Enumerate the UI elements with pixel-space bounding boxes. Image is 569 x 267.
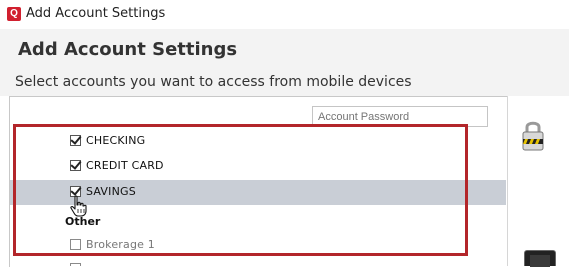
hand-cursor-icon bbox=[70, 195, 87, 217]
header: Add Account Settings Select accounts you… bbox=[0, 29, 569, 96]
title-bar: Q Add Account Settings bbox=[0, 0, 569, 29]
checking-checkbox[interactable] bbox=[70, 133, 82, 146]
window-title: Add Account Settings bbox=[26, 6, 166, 21]
mobile-device-icon bbox=[524, 250, 556, 267]
account-row-brokerage-1[interactable]: Brokerage 1 bbox=[10, 233, 506, 258]
app-logo-icon: Q bbox=[7, 7, 21, 21]
account-password-input[interactable] bbox=[312, 106, 488, 127]
account-label: SAVINGS bbox=[86, 185, 136, 198]
account-label: Brokerage 1 bbox=[86, 238, 156, 251]
credit-card-checkbox[interactable] bbox=[70, 158, 82, 171]
brokerage-1-checkbox[interactable] bbox=[70, 239, 81, 250]
page-subtitle: Select accounts you want to access from … bbox=[15, 74, 412, 90]
account-label: CREDIT CARD bbox=[86, 159, 164, 172]
page-title: Add Account Settings bbox=[18, 39, 238, 60]
lock-icon bbox=[522, 121, 544, 151]
account-row-checking[interactable]: CHECKING bbox=[10, 129, 506, 154]
account-label: CHECKING bbox=[86, 134, 146, 147]
account-row-credit-card[interactable]: CREDIT CARD bbox=[10, 154, 506, 179]
